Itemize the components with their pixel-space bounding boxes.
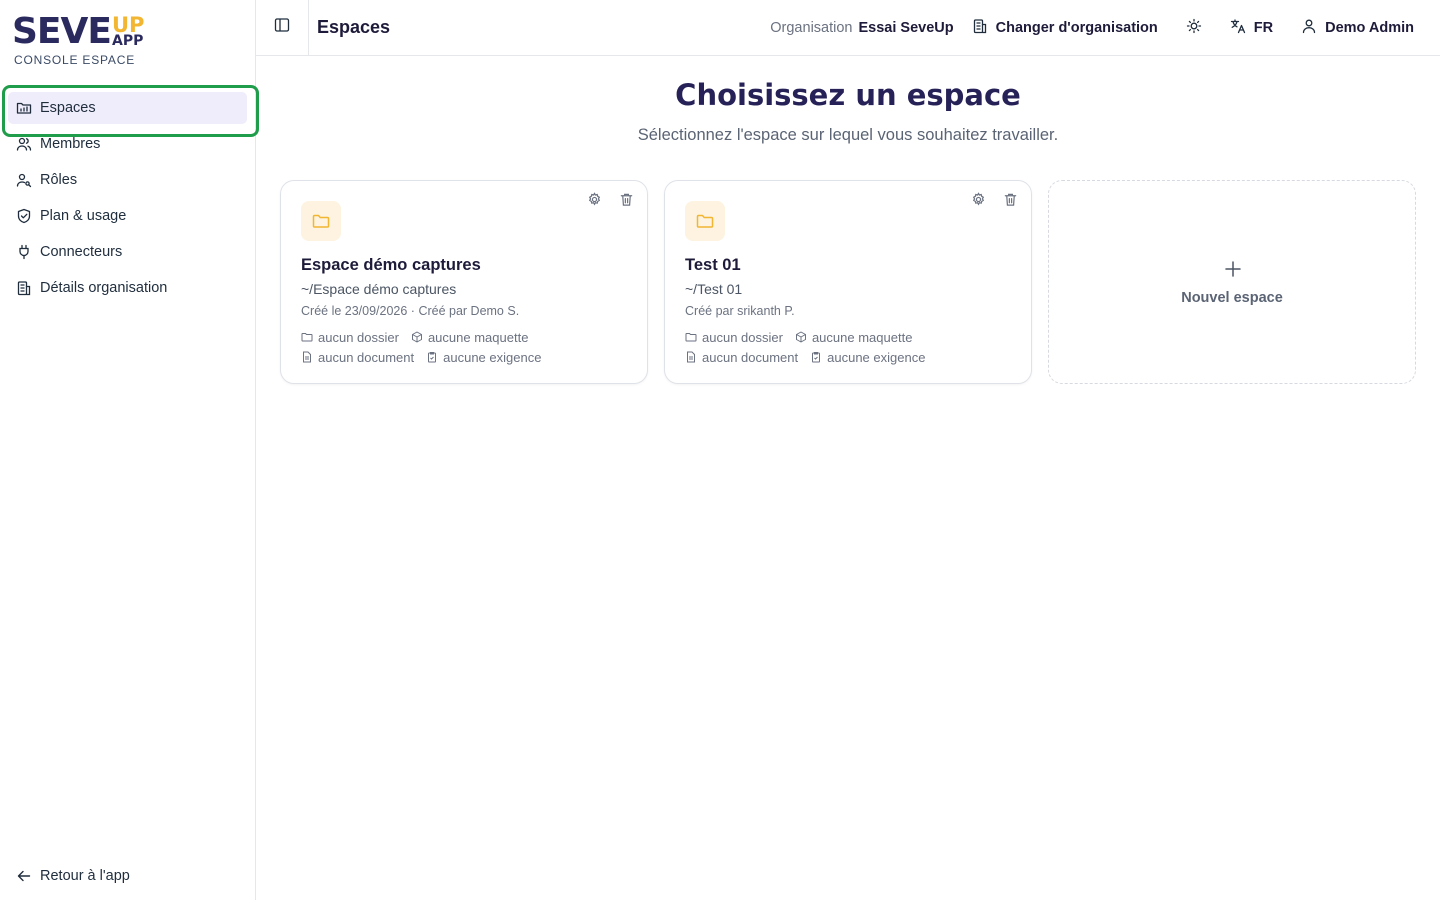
document-icon — [303, 351, 311, 363]
logo-subtitle: CONSOLE ESPACE — [14, 53, 136, 67]
page-title: Espaces — [317, 17, 391, 37]
stat-folders: aucun dossier — [301, 330, 399, 345]
stat-requirements: aucune exigence — [810, 350, 925, 365]
sidebar-item-label: Espaces — [40, 100, 96, 116]
space-meta: Créé le 23/09/2026 · Créé par Demo S. — [301, 304, 520, 318]
cube-icon — [795, 331, 806, 343]
stat-requirements: aucune exigence — [426, 350, 541, 365]
stat-label: aucune exigence — [827, 349, 926, 365]
stat-label: aucune exigence — [443, 349, 542, 365]
settings-button[interactable] — [969, 192, 987, 212]
space-path: ~/Espace démo captures — [301, 281, 457, 297]
stat-label: aucun dossier — [702, 329, 783, 345]
stat-mockups: aucune maquette — [411, 330, 528, 345]
sidebar-item-membres[interactable]: Membres — [0, 126, 256, 162]
sidebar-nav: Espaces Membres Rôles Plan & usage Conne… — [0, 85, 259, 306]
sidebar-item-label: Détails organisation — [40, 280, 168, 296]
change-org-label: Changer d'organisation — [995, 20, 1158, 36]
sun-icon — [1186, 18, 1202, 38]
plus-icon — [1223, 259, 1243, 279]
space-meta: Créé par srikanth P. — [685, 304, 795, 318]
card-actions — [969, 192, 1019, 212]
stat-documents: aucun document — [685, 350, 798, 365]
sidebar-item-label: Connecteurs — [40, 244, 123, 260]
new-space-label: Nouvel espace — [1181, 290, 1283, 306]
theme-toggle-button[interactable] — [1186, 18, 1202, 38]
main-title: Choisissez un espace — [675, 78, 1021, 112]
shield-check-icon — [16, 208, 32, 224]
sidebar-item-label: Membres — [40, 136, 101, 152]
logo-app: APP — [112, 33, 144, 49]
user-icon — [1301, 18, 1317, 38]
space-stats: aucun dossier aucune maquette aucun docu… — [301, 327, 541, 367]
sidebar-item-details-organisation[interactable]: Détails organisation — [0, 270, 256, 306]
stat-mockups: aucune maquette — [795, 330, 912, 345]
stat-folders: aucun dossier — [685, 330, 783, 345]
settings-button[interactable] — [585, 192, 603, 212]
card-actions — [585, 192, 635, 212]
stat-documents: aucun document — [301, 350, 414, 365]
user-menu-button[interactable]: Demo Admin — [1301, 18, 1414, 38]
trash-icon — [1003, 192, 1018, 212]
new-space-card[interactable]: Nouvel espace — [1048, 180, 1416, 384]
language-label: FR — [1253, 20, 1274, 36]
sidebar-item-roles[interactable]: Rôles — [0, 162, 256, 198]
folder-icon — [685, 333, 697, 342]
space-card[interactable]: Espace démo captures ~/Espace démo captu… — [280, 180, 648, 384]
stat-label: aucun document — [702, 349, 799, 365]
main-subtitle: Sélectionnez l'espace sur lequel vous so… — [637, 126, 1059, 144]
stat-label: aucun dossier — [318, 329, 399, 345]
top-header: Espaces Organisation Essai SeveUp Change… — [256, 0, 1440, 56]
language-button[interactable]: FR — [1230, 18, 1273, 38]
trash-icon — [619, 192, 634, 212]
folder-chart-icon — [16, 100, 32, 116]
delete-button[interactable] — [1001, 193, 1019, 211]
folder-icon — [301, 333, 313, 342]
brand-logo[interactable]: SEVE UP APP CONSOLE ESPACE — [12, 14, 152, 70]
stat-label: aucun document — [318, 349, 415, 365]
delete-button[interactable] — [617, 193, 635, 211]
sidebar-item-label: Plan & usage — [40, 208, 127, 224]
space-path: ~/Test 01 — [685, 281, 743, 297]
header-actions: Organisation Essai SeveUp Changer d'orga… — [770, 0, 1414, 56]
change-org-button[interactable]: Changer d'organisation — [972, 18, 1158, 38]
arrow-left-icon — [16, 868, 32, 884]
space-name: Espace démo captures — [301, 256, 481, 274]
sidebar: SEVE UP APP CONSOLE ESPACE Espaces Membr… — [0, 0, 259, 900]
sidebar-item-plan-usage[interactable]: Plan & usage — [0, 198, 256, 234]
clipboard-icon — [428, 352, 437, 363]
building-icon — [16, 280, 32, 296]
space-stats: aucun dossier aucune maquette aucun docu… — [685, 327, 925, 367]
gear-icon — [587, 192, 602, 212]
stat-label: aucune maquette — [811, 329, 913, 345]
org-name: Essai SeveUp — [858, 20, 954, 36]
space-card[interactable]: Test 01 ~/Test 01 Créé par srikanth P. a… — [664, 180, 1032, 384]
cube-icon — [411, 331, 422, 343]
sidebar-toggle-button[interactable] — [256, 0, 309, 56]
folder-icon — [301, 201, 341, 241]
document-icon — [687, 351, 695, 363]
back-label: Retour à l'app — [40, 868, 130, 884]
user-name: Demo Admin — [1325, 20, 1414, 36]
plug-icon — [16, 244, 32, 260]
panel-left-icon — [274, 17, 290, 38]
sidebar-item-connecteurs[interactable]: Connecteurs — [0, 234, 256, 270]
back-to-app-link[interactable]: Retour à l'app — [16, 864, 130, 888]
folder-icon — [685, 201, 725, 241]
gear-icon — [971, 192, 986, 212]
space-name: Test 01 — [685, 256, 741, 274]
user-key-icon — [16, 172, 32, 188]
users-icon — [16, 136, 32, 152]
clipboard-icon — [812, 352, 821, 363]
stat-label: aucune maquette — [427, 329, 529, 345]
building-icon — [972, 18, 988, 38]
sidebar-item-espaces[interactable]: Espaces — [0, 85, 259, 137]
sidebar-item-label: Rôles — [40, 172, 78, 188]
translate-icon — [1230, 18, 1246, 38]
logo-wordmark: SEVE — [12, 11, 112, 52]
org-label: Organisation — [770, 20, 853, 36]
